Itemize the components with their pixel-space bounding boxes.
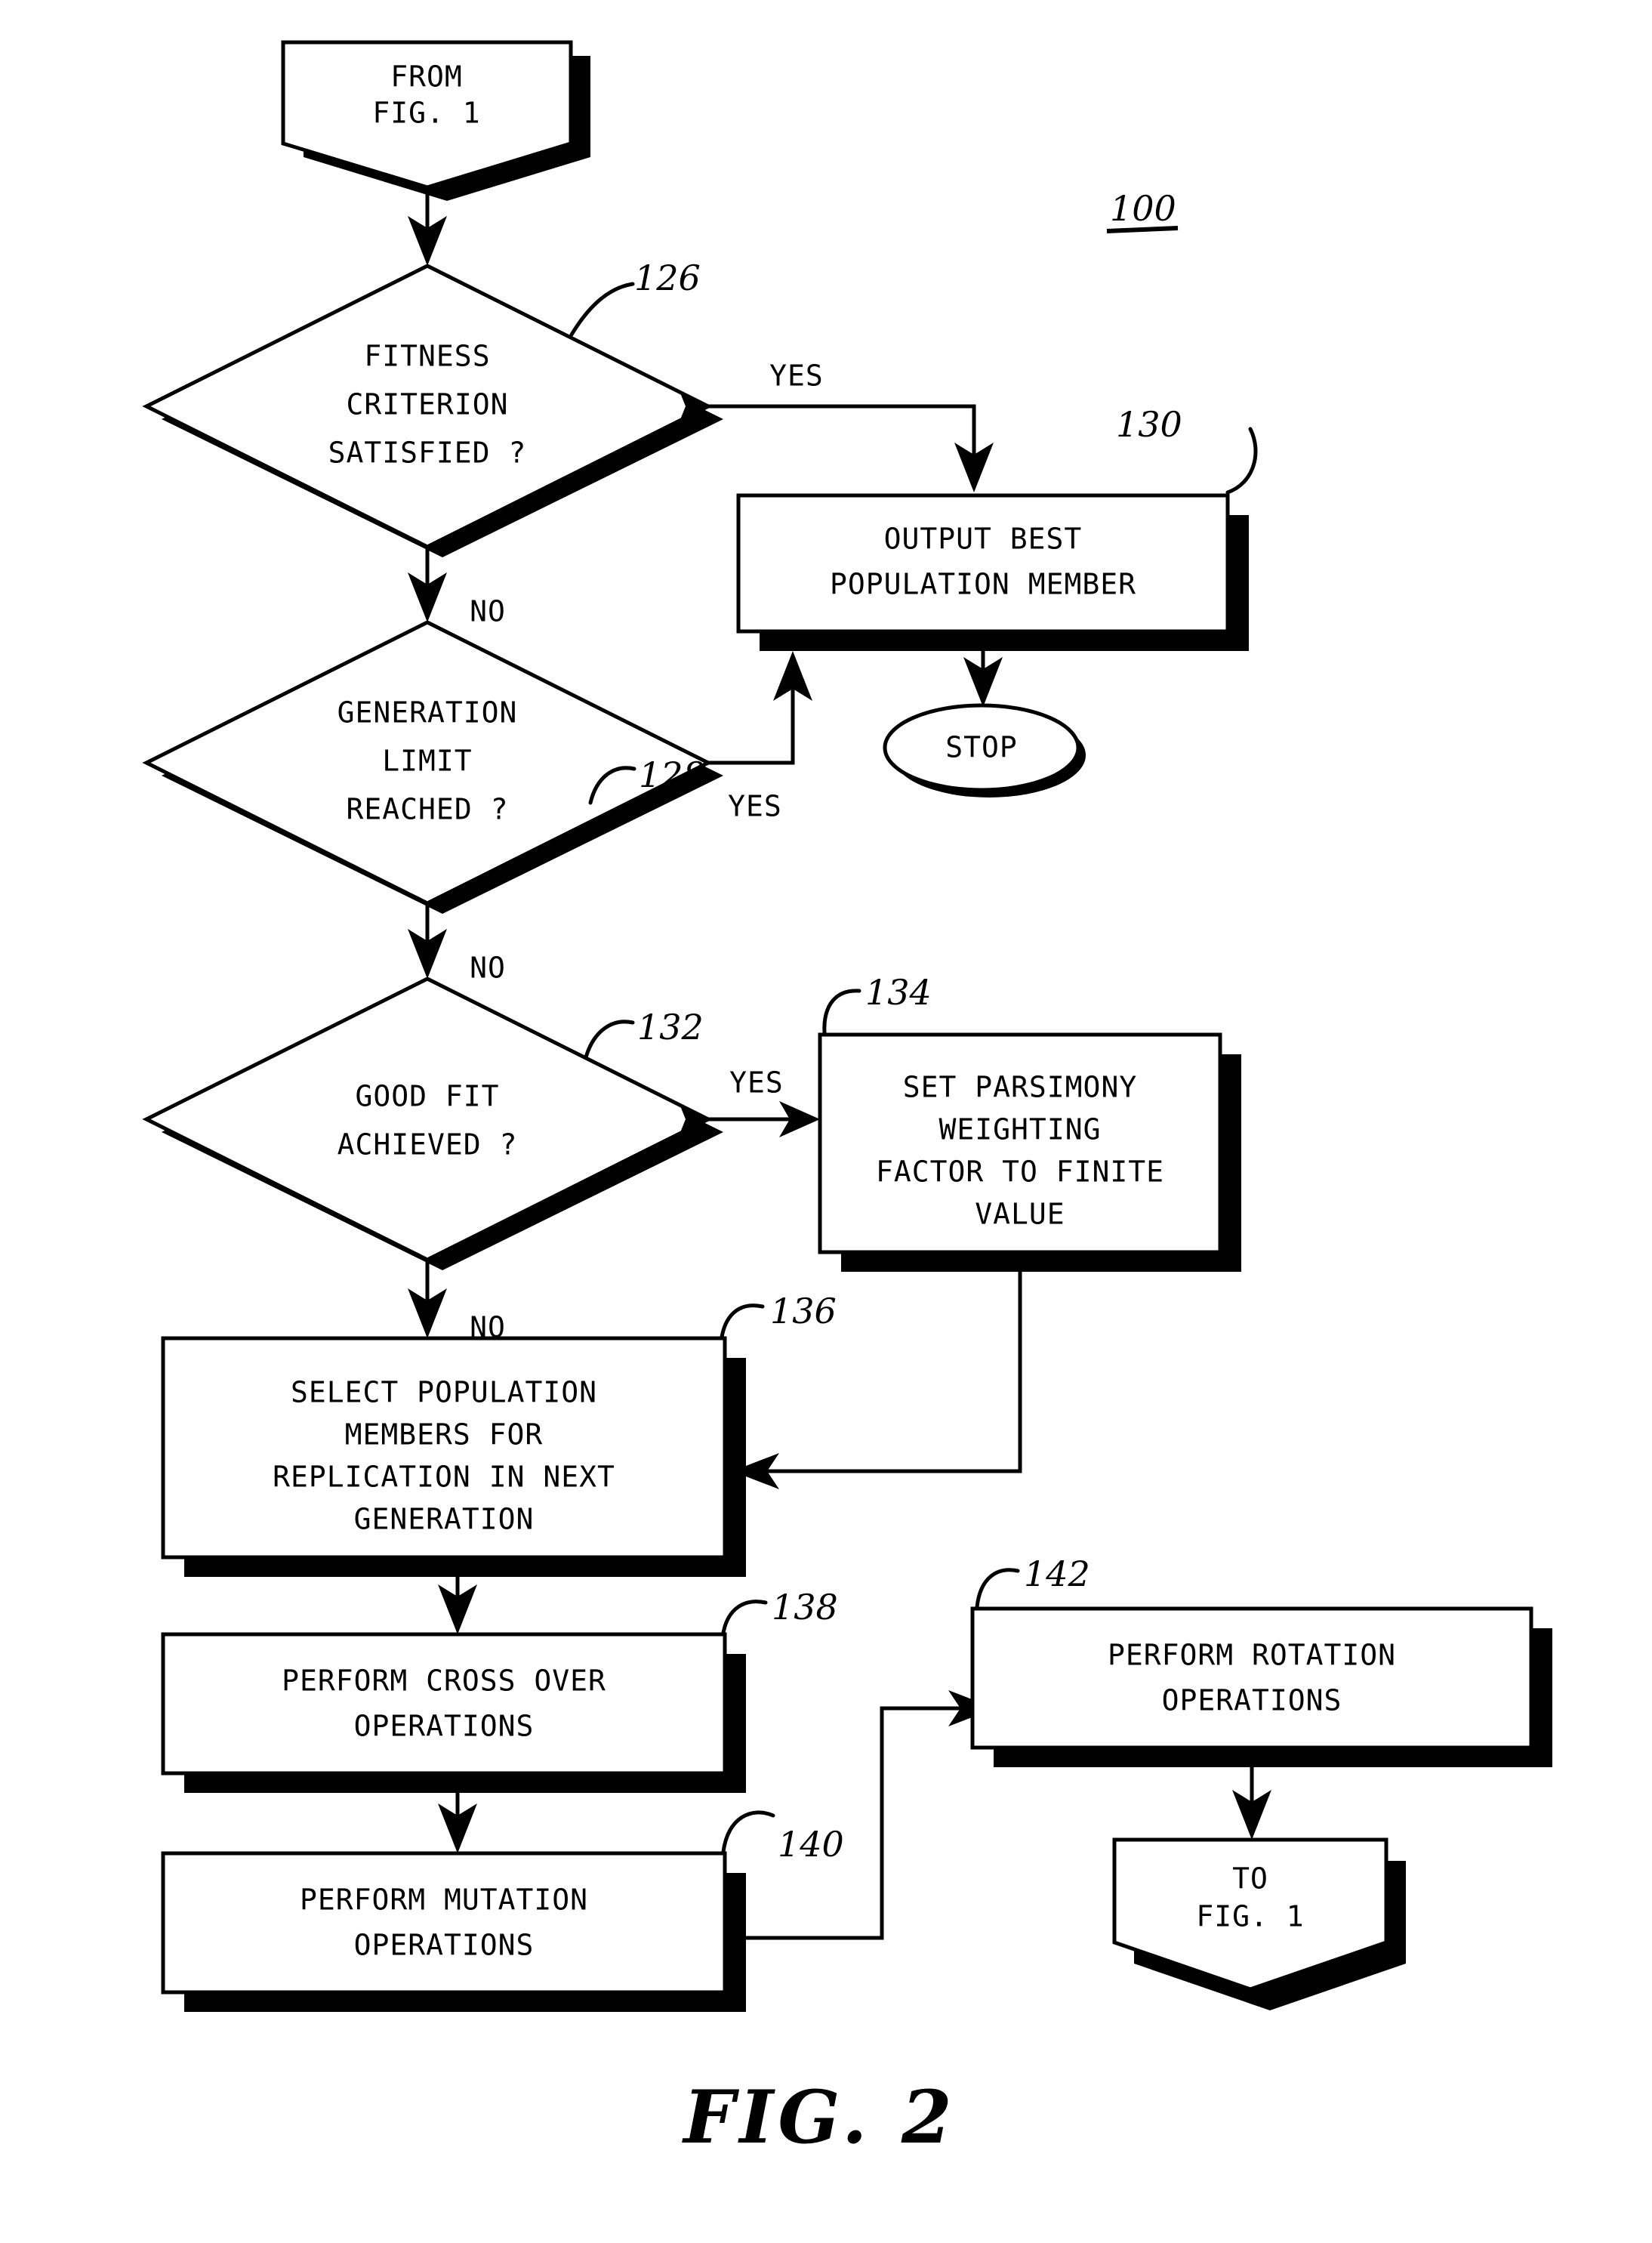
generation-limit-label-line2: LIMIT (382, 745, 472, 778)
figure-caption: FIG. 2 (681, 2075, 956, 2160)
ref-number-126: 126 (634, 258, 701, 298)
edge-fitness-yes: YES (708, 359, 994, 492)
ref-leader-140: 140 (721, 1810, 844, 1865)
output-best-label-line1: OUTPUT BEST (884, 523, 1083, 556)
ref-leader-136: 136 (720, 1291, 837, 1339)
output-best-shape (736, 493, 1230, 634)
node-select-population[interactable]: SELECT POPULATION MEMBERS FOR REPLICATIO… (161, 1336, 746, 1577)
ref-number-142: 142 (1024, 1553, 1090, 1594)
perform-mutation-shape (161, 1851, 727, 1995)
ref-number-130: 130 (1116, 404, 1182, 445)
ref-leader-134: 134 (822, 972, 932, 1035)
ref-number-140: 140 (778, 1824, 844, 1865)
ref-number-138: 138 (772, 1587, 838, 1627)
edge-label-generation-yes: YES (728, 790, 782, 823)
node-perform-cross-over[interactable]: PERFORM CROSS OVER OPERATIONS (161, 1632, 746, 1793)
edge-label-goodfit-yes: YES (729, 1066, 784, 1100)
node-to-fig-1[interactable]: TO FIG. 1 (1112, 1837, 1406, 2010)
edge-label-fitness-no: NO (470, 595, 506, 628)
perform-rotation-label-line2: OPERATIONS (1162, 1684, 1342, 1717)
output-best-label-line2: POPULATION MEMBER (830, 568, 1136, 601)
to-fig-1-label-line2: FIG. 1 (1196, 1900, 1304, 1933)
edge-label-generation-no: NO (470, 952, 506, 985)
ref-number-128: 128 (639, 754, 705, 795)
ref-number-100: 100 (1110, 188, 1176, 229)
flowchart-canvas: FROM FIG. 1 FITNESS CRITERION SATISFIED … (142, 40, 1552, 2160)
node-perform-mutation[interactable]: PERFORM MUTATION OPERATIONS (161, 1851, 746, 2012)
select-population-label-line1: SELECT POPULATION (291, 1376, 597, 1409)
perform-cross-over-label-line2: OPERATIONS (354, 1710, 535, 1743)
perform-mutation-label-line1: PERFORM MUTATION (300, 1884, 588, 1917)
ref-number-136: 136 (770, 1291, 837, 1331)
set-parsimony-label-line2: WEIGHTING (939, 1113, 1102, 1146)
set-parsimony-label-line3: FACTOR TO FINITE (876, 1155, 1164, 1189)
set-parsimony-label-line4: VALUE (975, 1198, 1065, 1231)
from-fig-1-label-line1: FROM (390, 60, 463, 94)
ref-100-underline (1106, 226, 1179, 233)
perform-cross-over-shape (161, 1632, 727, 1776)
node-fitness-criterion[interactable]: FITNESS CRITERION SATISFIED ? (142, 264, 723, 557)
generation-limit-label-line1: GENERATION (337, 696, 518, 730)
ref-leader-126: 126 (569, 258, 701, 337)
perform-cross-over-label-line1: PERFORM CROSS OVER (282, 1665, 606, 1698)
node-set-parsimony[interactable]: SET PARSIMONY WEIGHTING FACTOR TO FINITE… (818, 1032, 1241, 1272)
perform-rotation-shape (970, 1606, 1533, 1750)
node-output-best-population-member[interactable]: OUTPUT BEST POPULATION MEMBER (736, 493, 1249, 651)
edge-parsimony-to-select (732, 1252, 1022, 1489)
to-fig-1-label-line1: TO (1232, 1862, 1268, 1896)
select-population-label-line2: MEMBERS FOR (345, 1418, 544, 1452)
node-stop[interactable]: STOP (883, 703, 1086, 798)
good-fit-label-line1: GOOD FIT (355, 1080, 499, 1113)
set-parsimony-label-line1: SET PARSIMONY (903, 1071, 1137, 1104)
generation-limit-label-line3: REACHED ? (347, 793, 509, 826)
ref-leader-142: 142 (975, 1553, 1090, 1609)
fitness-criterion-label-line1: FITNESS (364, 340, 490, 373)
stop-label: STOP (945, 731, 1018, 764)
ref-leader-132: 132 (584, 1007, 704, 1060)
edge-generation-yes: YES (708, 651, 812, 823)
node-generation-limit[interactable]: GENERATION LIMIT REACHED ? (142, 620, 723, 914)
fitness-criterion-label-line3: SATISFIED ? (328, 437, 527, 470)
edge-generation-no: NO (408, 903, 506, 985)
from-fig-1-label-line2: FIG. 1 (372, 97, 480, 130)
edge-label-fitness-yes: YES (769, 359, 824, 393)
ref-number-134: 134 (865, 972, 932, 1013)
perform-rotation-label-line1: PERFORM ROTATION (1108, 1639, 1396, 1672)
ref-leader-130: 130 (1116, 404, 1258, 495)
node-from-fig-1[interactable]: FROM FIG. 1 (281, 40, 590, 201)
select-population-label-line4: GENERATION (354, 1503, 535, 1536)
edge-goodfit-no: NO (408, 1260, 505, 1344)
patent-figure: FROM FIG. 1 FITNESS CRITERION SATISFIED … (0, 0, 1652, 2243)
node-perform-rotation[interactable]: PERFORM ROTATION OPERATIONS (970, 1606, 1552, 1767)
perform-mutation-label-line2: OPERATIONS (354, 1929, 535, 1962)
ref-number-132: 132 (637, 1007, 704, 1047)
edge-fitness-no: NO (408, 547, 506, 628)
system-reference-100: 100 (1106, 188, 1179, 233)
fitness-criterion-label-line2: CRITERION (347, 388, 509, 421)
good-fit-label-line2: ACHIEVED ? (337, 1128, 518, 1162)
ref-leader-138: 138 (721, 1587, 838, 1635)
select-population-label-line3: REPLICATION IN NEXT (273, 1461, 615, 1494)
